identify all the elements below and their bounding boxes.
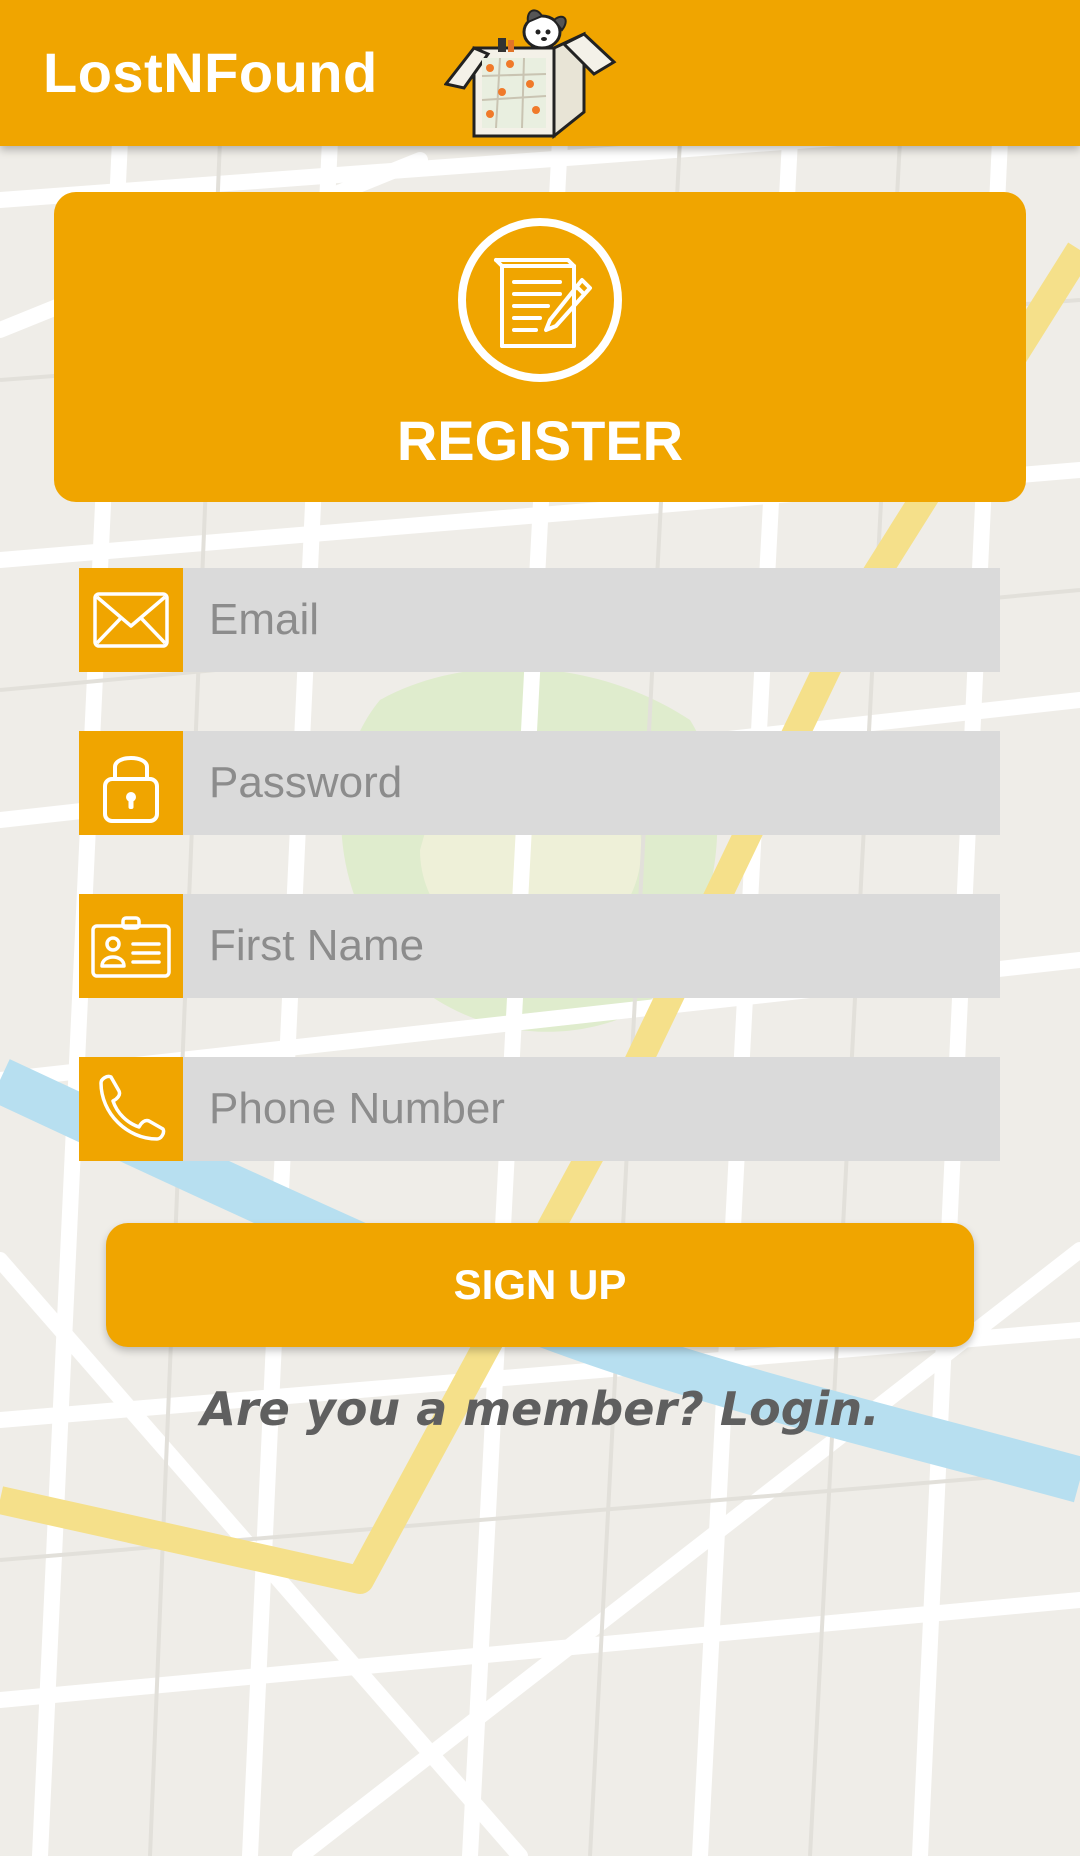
first-name-field-row <box>79 894 1000 998</box>
lock-icon <box>79 731 183 835</box>
email-field-row <box>79 568 1000 672</box>
password-input[interactable] <box>183 731 1000 835</box>
envelope-icon <box>79 568 183 672</box>
box-with-dog-logo-icon <box>444 9 617 140</box>
document-pencil-icon <box>458 218 622 382</box>
phone-icon <box>79 1057 183 1161</box>
first-name-input[interactable] <box>183 894 1000 998</box>
app-title: LostNFound <box>43 41 378 104</box>
login-link[interactable]: Are you a member? Login. <box>0 1382 1080 1436</box>
register-screen: LostNFound REGISTER Email First Name Pho… <box>0 0 1080 1856</box>
sign-up-button[interactable]: SIGN UP <box>106 1223 974 1347</box>
phone-field-row <box>79 1057 1000 1161</box>
id-card-icon <box>79 894 183 998</box>
app-bar: LostNFound <box>0 0 1080 146</box>
register-header-card: REGISTER <box>54 192 1026 502</box>
password-field-row <box>79 731 1000 835</box>
register-title: REGISTER <box>396 409 684 472</box>
phone-number-input[interactable] <box>183 1057 1000 1161</box>
email-input[interactable] <box>183 568 1000 672</box>
